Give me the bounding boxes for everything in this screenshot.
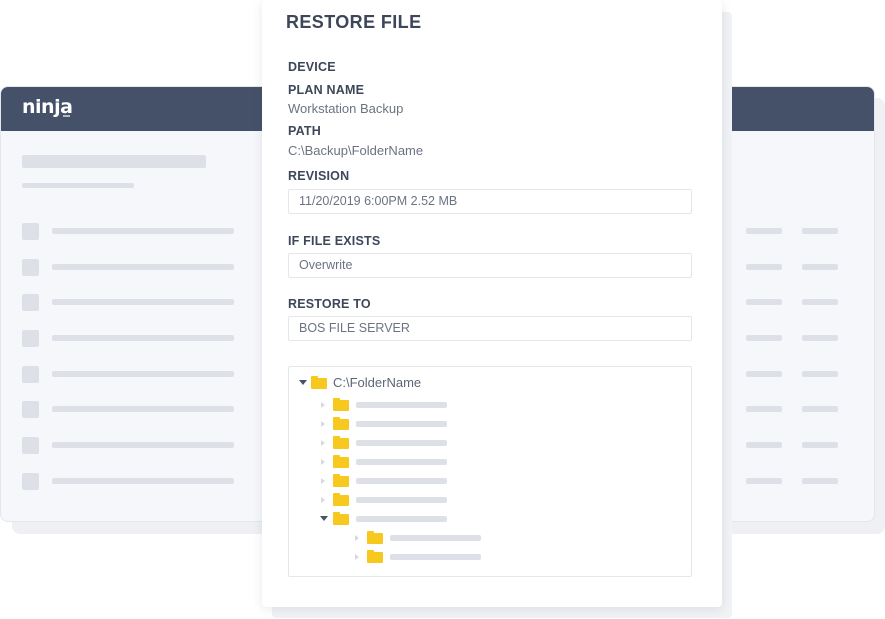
placeholder-row-checkbox <box>22 437 39 454</box>
if-file-exists-select[interactable]: Overwrite <box>288 253 692 278</box>
placeholder-row-checkbox <box>22 473 39 490</box>
folder-icon <box>333 398 349 411</box>
revision-label: REVISION <box>288 169 350 183</box>
placeholder-heading <box>22 155 206 168</box>
placeholder-row-text <box>52 442 234 448</box>
restore-file-dialog: RESTORE FILE DEVICE PLAN NAME Workstatio… <box>262 0 722 607</box>
tree-item-placeholder[interactable] <box>356 402 447 408</box>
folder-icon <box>333 512 349 525</box>
folder-icon <box>333 493 349 506</box>
caret-right-icon[interactable] <box>355 535 359 541</box>
placeholder-cell <box>746 442 782 448</box>
placeholder-cell <box>802 299 838 305</box>
folder-icon <box>333 474 349 487</box>
placeholder-cell <box>746 371 782 377</box>
revision-field[interactable]: 11/20/2019 6:00PM 2.52 MB <box>288 189 692 214</box>
tree-item-placeholder[interactable] <box>356 459 447 465</box>
placeholder-cell <box>802 335 838 341</box>
path-value: C:\Backup\FolderName <box>288 143 424 158</box>
plan-name-value: Workstation Backup <box>288 101 404 116</box>
caret-right-icon[interactable] <box>321 402 325 408</box>
placeholder-row-text <box>52 478 234 484</box>
dialog-title: RESTORE FILE <box>286 12 422 32</box>
folder-icon <box>367 531 383 544</box>
folder-icon <box>311 376 327 389</box>
placeholder-row-checkbox <box>22 330 39 347</box>
placeholder-cell <box>802 442 838 448</box>
caret-right-icon[interactable] <box>321 421 325 427</box>
caret-right-icon[interactable] <box>321 459 325 465</box>
placeholder-row-text <box>52 406 234 412</box>
placeholder-cell <box>802 478 838 484</box>
if-file-exists-label: IF FILE EXISTS <box>288 234 381 248</box>
caret-right-icon[interactable] <box>321 440 325 446</box>
placeholder-cell <box>746 299 782 305</box>
restore-to-field[interactable]: BOS FILE SERVER <box>288 316 692 341</box>
placeholder-row-checkbox <box>22 294 39 311</box>
device-label: DEVICE <box>288 60 336 74</box>
placeholder-row-checkbox <box>22 401 39 418</box>
tree-item-placeholder[interactable] <box>356 497 447 503</box>
placeholder-cell <box>802 406 838 412</box>
placeholder-cell <box>746 335 782 341</box>
placeholder-row-checkbox <box>22 259 39 276</box>
tree-item-placeholder[interactable] <box>356 516 447 522</box>
tree-item-placeholder[interactable] <box>356 440 447 446</box>
placeholder-row-text <box>52 335 234 341</box>
tree-item-placeholder[interactable] <box>390 554 481 560</box>
placeholder-cell <box>746 264 782 270</box>
caret-right-icon[interactable] <box>321 497 325 503</box>
caret-right-icon[interactable] <box>321 478 325 484</box>
caret-right-icon[interactable] <box>355 554 359 560</box>
placeholder-subheading <box>22 183 134 188</box>
tree-item-placeholder[interactable] <box>356 421 447 427</box>
folder-icon <box>333 436 349 449</box>
folder-tree: C:\FolderName <box>288 366 692 577</box>
tree-item-placeholder[interactable] <box>390 535 481 541</box>
caret-down-icon[interactable] <box>320 516 328 521</box>
placeholder-row-text <box>52 228 234 234</box>
placeholder-cell <box>746 406 782 412</box>
placeholder-row-text <box>52 371 234 377</box>
placeholder-row-checkbox <box>22 366 39 383</box>
tree-root-label[interactable]: C:\FolderName <box>333 375 421 390</box>
placeholder-cell <box>746 478 782 484</box>
placeholder-cell <box>746 228 782 234</box>
tree-item-placeholder[interactable] <box>356 478 447 484</box>
placeholder-cell <box>802 228 838 234</box>
placeholder-row-text <box>52 264 234 270</box>
restore-to-label: RESTORE TO <box>288 297 371 311</box>
folder-icon <box>333 417 349 430</box>
placeholder-cell <box>802 264 838 270</box>
placeholder-cell <box>802 371 838 377</box>
placeholder-row-text <box>52 299 234 305</box>
logo-underline <box>63 115 70 117</box>
plan-name-label: PLAN NAME <box>288 83 365 97</box>
folder-icon <box>367 550 383 563</box>
placeholder-row-checkbox <box>22 223 39 240</box>
caret-down-icon[interactable] <box>299 380 307 385</box>
path-label: PATH <box>288 124 321 138</box>
folder-icon <box>333 455 349 468</box>
